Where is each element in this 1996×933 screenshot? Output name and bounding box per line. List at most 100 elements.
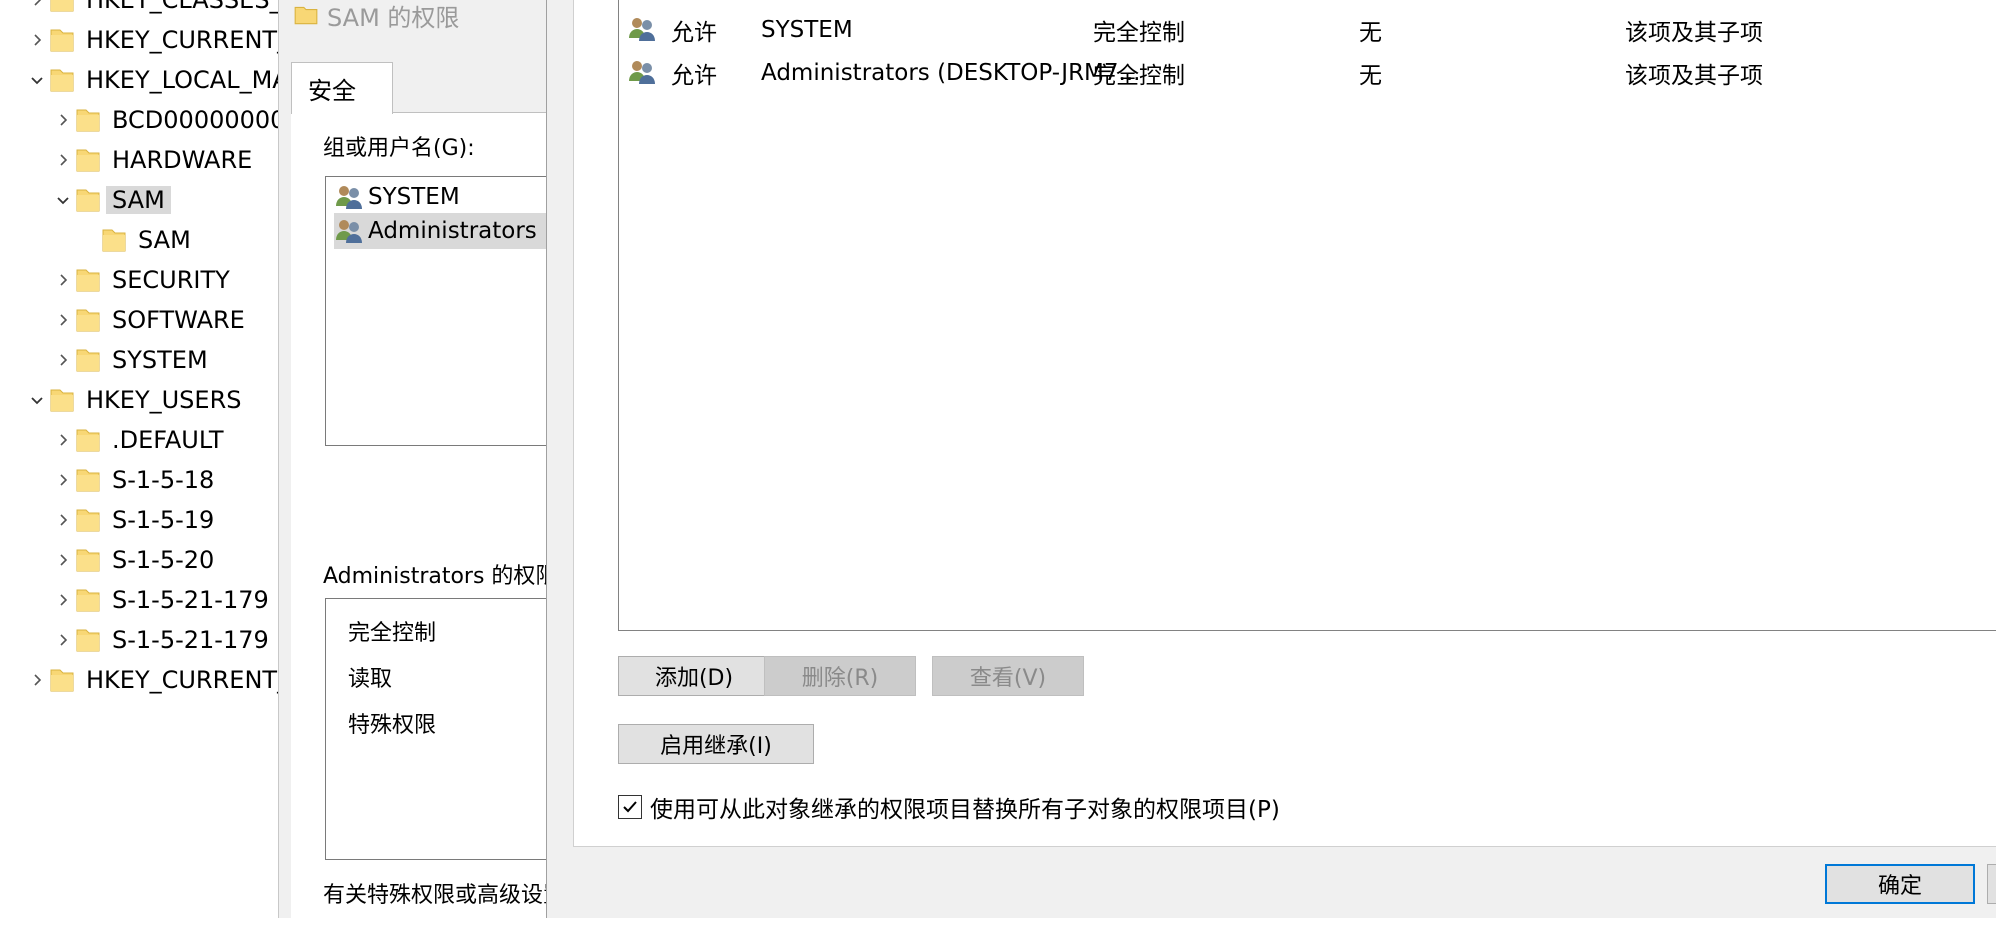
tree-item[interactable]: SAM: [52, 182, 171, 218]
perm-special: 特殊权限: [348, 713, 437, 738]
tree-item-label: SAM: [138, 226, 191, 254]
permission-entries-list[interactable]: 允许 SYSTEM 完全控制 无 该项及其子项 允许 Administrator…: [618, 0, 1996, 631]
chevron-right-icon: [78, 222, 100, 258]
folder-icon: [74, 546, 102, 574]
tab-security[interactable]: 安全: [291, 62, 393, 114]
tree-item-label: BCD00000000: [112, 106, 286, 134]
view-button[interactable]: 查看(V): [932, 656, 1084, 696]
chevron-down-icon[interactable]: [26, 62, 48, 98]
tree-item[interactable]: HKEY_USERS: [26, 382, 241, 418]
users-list[interactable]: SYSTEM Administrators: [325, 176, 567, 446]
chevron-right-icon[interactable]: [52, 142, 74, 178]
registry-tree: HKEY_CLASSES_ROOT HKEY_CURRENT_USER HKEY_L…: [0, 0, 382, 918]
tree-item-label: S-1-5-21-179: [112, 586, 269, 614]
chevron-right-icon[interactable]: [52, 582, 74, 618]
folder-icon: [74, 426, 102, 454]
dialog-title-text: SAM 的权限: [327, 3, 460, 32]
tree-item[interactable]: SOFTWARE: [52, 302, 245, 338]
table-row[interactable]: 允许 Administrators (DESKTOP-JRM7... 完全控制 …: [619, 53, 1996, 93]
chevron-right-icon[interactable]: [52, 342, 74, 378]
chevron-right-icon[interactable]: [52, 302, 74, 338]
replace-child-permissions-checkbox[interactable]: [618, 795, 642, 819]
tree-item-label: HARDWARE: [112, 146, 253, 174]
entry-inherited: 无: [1359, 20, 1382, 46]
tree-item-label: S-1-5-20: [112, 546, 215, 574]
chevron-right-icon[interactable]: [52, 622, 74, 658]
ok-button[interactable]: 确定: [1825, 864, 1975, 904]
folder-icon: [48, 386, 76, 414]
table-row[interactable]: 允许 SYSTEM 完全控制 无 该项及其子项: [619, 10, 1996, 50]
enable-inheritance-button[interactable]: 启用继承(I): [618, 724, 814, 764]
user-row-administrators[interactable]: Administrators: [334, 213, 566, 249]
folder-icon: [48, 26, 76, 54]
entry-principal: Administrators (DESKTOP-JRM7...: [761, 60, 1141, 86]
tree-item-label: S-1-5-21-179: [112, 626, 269, 654]
chevron-right-icon[interactable]: [52, 502, 74, 538]
entry-principal: SYSTEM: [761, 17, 853, 43]
chevron-right-icon[interactable]: [52, 262, 74, 298]
group-or-user-label: 组或用户名(G):: [323, 136, 475, 161]
chevron-right-icon[interactable]: [52, 542, 74, 578]
folder-icon: [100, 226, 128, 254]
remove-button[interactable]: 删除(R): [764, 656, 916, 696]
user-group-icon: [629, 61, 655, 84]
chevron-right-icon[interactable]: [26, 662, 48, 698]
entry-type: 允许: [671, 63, 717, 89]
folder-icon: [74, 106, 102, 134]
folder-icon: [74, 586, 102, 614]
tree-item-label: HKEY_USERS: [86, 386, 242, 414]
tree-item[interactable]: S-1-5-21-179: [52, 622, 269, 658]
entry-access: 完全控制: [1093, 20, 1185, 46]
user-group-icon: [629, 18, 655, 41]
folder-icon: [48, 666, 76, 694]
permissions-dialog: SAM 的权限 安全 组或用户名(G): SYSTEM Administrato…: [278, 0, 588, 933]
tree-item-label: S-1-5-19: [112, 506, 215, 534]
folder-icon: [74, 266, 102, 294]
folder-icon: [48, 0, 76, 14]
tree-item[interactable]: SYSTEM: [52, 342, 208, 378]
chevron-right-icon[interactable]: [52, 422, 74, 458]
folder-icon: [294, 6, 318, 25]
dialog-title: SAM 的权限: [293, 0, 460, 32]
tree-item[interactable]: .DEFAULT: [52, 422, 224, 458]
perm-full-control: 完全控制: [348, 621, 437, 646]
folder-icon: [74, 306, 102, 334]
chevron-right-icon[interactable]: [52, 102, 74, 138]
chevron-down-icon[interactable]: [52, 182, 74, 218]
tree-item-label: SYSTEM: [112, 346, 208, 374]
chevron-right-icon[interactable]: [52, 462, 74, 498]
user-name: Administrators: [368, 218, 537, 244]
folder-icon: [74, 346, 102, 374]
tree-item[interactable]: SAM: [78, 222, 191, 258]
tree-item[interactable]: S-1-5-20: [52, 542, 214, 578]
tree-item[interactable]: HARDWARE: [52, 142, 252, 178]
entry-inherited: 无: [1359, 63, 1382, 89]
tree-item-label: SOFTWARE: [112, 306, 245, 334]
tree-item[interactable]: SECURITY: [52, 262, 230, 298]
tree-item[interactable]: BCD00000000: [52, 102, 285, 138]
tree-item[interactable]: S-1-5-21-179: [52, 582, 269, 618]
chevron-down-icon[interactable]: [26, 382, 48, 418]
entry-applies: 该项及其子项: [1625, 63, 1763, 89]
folder-icon: [74, 186, 102, 214]
chevron-right-icon[interactable]: [26, 0, 48, 18]
folder-icon: [74, 466, 102, 494]
tree-item[interactable]: S-1-5-19: [52, 502, 214, 538]
add-button[interactable]: 添加(D): [618, 656, 770, 696]
cancel-button-partial[interactable]: [1987, 864, 1996, 904]
entry-applies: 该项及其子项: [1625, 20, 1763, 46]
advanced-security-dialog: 允许 SYSTEM 完全控制 无 该项及其子项 允许 Administrator…: [546, 0, 1996, 918]
tree-item-label: SAM: [106, 186, 171, 214]
user-row-system[interactable]: SYSTEM: [334, 179, 460, 215]
tree-item-label: SECURITY: [112, 266, 230, 294]
chevron-right-icon[interactable]: [26, 22, 48, 58]
user-name: SYSTEM: [368, 184, 460, 210]
folder-icon: [74, 626, 102, 654]
entry-type: 允许: [671, 20, 717, 46]
folder-icon: [48, 66, 76, 94]
perm-read: 读取: [348, 667, 393, 692]
checkmark-icon: [623, 801, 637, 813]
replace-child-permissions-option[interactable]: 使用可从此对象继承的权限项目替换所有子对象的权限项目(P): [618, 790, 1280, 824]
tree-item[interactable]: S-1-5-18: [52, 462, 214, 498]
tree-item-label: S-1-5-18: [112, 466, 215, 494]
